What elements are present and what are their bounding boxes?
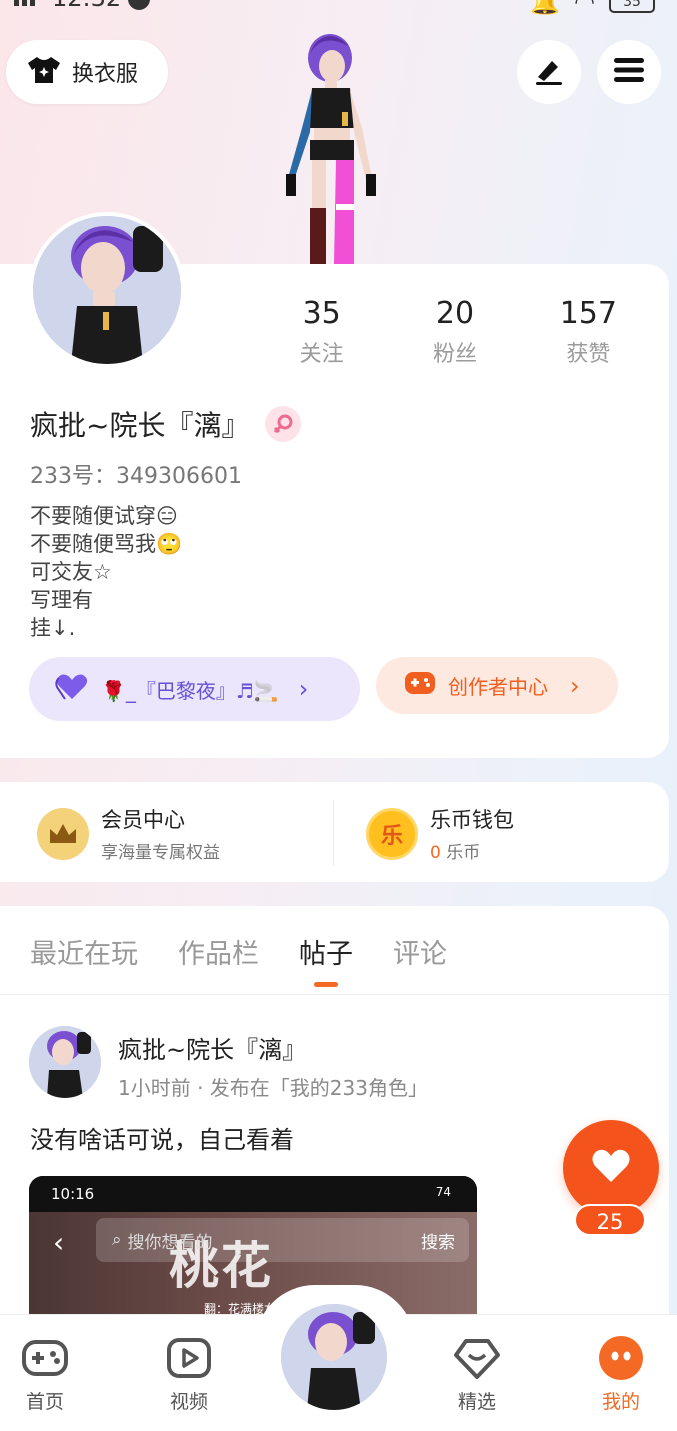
heart-icon bbox=[55, 673, 89, 706]
nav-center-avatar[interactable] bbox=[278, 1301, 390, 1413]
bio-line: 挂↓. bbox=[30, 616, 76, 640]
gamepad-icon bbox=[20, 1335, 70, 1381]
stat-number: 20 bbox=[435, 296, 475, 331]
tab-works[interactable]: 作品栏 bbox=[178, 932, 259, 971]
post-author-name[interactable]: 疯批~院长『漓』 bbox=[118, 1030, 306, 1065]
post-text: 没有啥话可说，自己看着 bbox=[30, 1126, 294, 1154]
divider bbox=[333, 800, 334, 866]
wallet-unit: 乐币 bbox=[446, 843, 481, 863]
vip-subtitle: 享海量专属权益 bbox=[101, 843, 220, 863]
bio: 不要随便试穿😑 不要随便骂我🙄 可交友☆ 写理有 挂↓. bbox=[30, 502, 182, 642]
tab-posts[interactable]: 帖子 bbox=[299, 932, 353, 987]
content-tabs: 最近在玩 作品栏 帖子 评论 bbox=[30, 932, 447, 987]
divider bbox=[0, 994, 669, 995]
tab-recently-played[interactable]: 最近在玩 bbox=[30, 932, 138, 971]
shot-search-button: 搜索 bbox=[421, 1232, 455, 1253]
stat-following[interactable]: 35 关注 bbox=[255, 296, 388, 368]
shot-time: 10:16 bbox=[51, 1185, 95, 1203]
wifi-icon: ◠ bbox=[574, 0, 595, 16]
vip-title: 会员中心 bbox=[101, 808, 185, 832]
member-card: 会员中心 享海量专属权益 乐 乐币钱包 0 乐币 bbox=[0, 782, 669, 882]
shot-search-bar: ⌕ 搜你想看的 搜索 bbox=[96, 1218, 469, 1262]
vip-center-entry[interactable]: 会员中心 享海量专属权益 bbox=[37, 804, 220, 863]
menu-button[interactable] bbox=[597, 40, 661, 104]
profile-avatar[interactable] bbox=[29, 212, 185, 368]
stat-label: 关注 bbox=[299, 342, 344, 367]
tshirt-icon bbox=[26, 55, 62, 89]
post-image[interactable]: 10:16 74 桃花 翻：花满楼女团 ‹ ⌕ 搜你想看的 搜索 bbox=[29, 1176, 477, 1326]
username: 疯批~院长『漓』 bbox=[30, 409, 250, 442]
crown-icon bbox=[37, 807, 89, 860]
video-icon bbox=[164, 1335, 214, 1381]
heart-icon bbox=[591, 1148, 631, 1188]
change-outfit-label: 换衣服 bbox=[72, 62, 139, 87]
tab-comments[interactable]: 评论 bbox=[393, 932, 447, 971]
chevron-right-icon: › bbox=[570, 671, 580, 700]
battery-icon: 35 bbox=[609, 0, 655, 13]
nav-video[interactable]: 视频 bbox=[149, 1335, 229, 1414]
wallet-entry[interactable]: 乐 乐币钱包 0 乐币 bbox=[366, 804, 514, 863]
stat-number: 157 bbox=[559, 296, 617, 331]
signal-icon bbox=[14, 0, 35, 6]
user-id: 233号：349306601 bbox=[30, 464, 242, 489]
lecoin-icon: 乐 bbox=[366, 807, 418, 860]
status-time: 12:32 bbox=[52, 0, 121, 12]
search-icon: ⌕ bbox=[112, 1230, 122, 1250]
stat-number: 35 bbox=[302, 296, 341, 331]
stat-label: 粉丝 bbox=[432, 342, 477, 367]
hamburger-icon bbox=[612, 56, 646, 88]
shot-battery: 74 bbox=[435, 1185, 451, 1199]
wallet-title: 乐币钱包 bbox=[430, 808, 514, 832]
wallet-balance: 0 乐币 bbox=[430, 838, 514, 863]
post-meta: 1小时前 · 发布在「我的233角色」 bbox=[118, 1076, 428, 1100]
music-title: 🌹_『巴黎夜』♬🚬 bbox=[101, 678, 279, 703]
avatar-character-model[interactable] bbox=[262, 28, 392, 264]
profile-face-icon bbox=[596, 1335, 646, 1381]
nav-featured[interactable]: 精选 bbox=[437, 1335, 517, 1414]
pen-icon bbox=[532, 53, 566, 91]
profile-music-button[interactable]: 🌹_『巴黎夜』♬🚬 › bbox=[29, 657, 360, 721]
nav-me[interactable]: 我的 bbox=[581, 1335, 661, 1414]
post-author-avatar[interactable] bbox=[29, 1026, 101, 1098]
username-row: 疯批~院长『漓』 bbox=[30, 404, 302, 444]
nav-label: 首页 bbox=[25, 1391, 64, 1413]
stat-likes[interactable]: 157 获赞 bbox=[522, 296, 655, 368]
stat-followers[interactable]: 20 粉丝 bbox=[388, 296, 521, 368]
nav-home[interactable]: 首页 bbox=[5, 1335, 85, 1414]
nav-label: 我的 bbox=[601, 1391, 640, 1413]
gamepad-icon bbox=[404, 670, 436, 701]
bio-line: 不要随便试穿😑 bbox=[30, 504, 178, 528]
bio-line: 不要随便骂我🙄 bbox=[30, 532, 183, 556]
wallet-amount: 0 bbox=[430, 843, 441, 863]
bio-line: 写理有 bbox=[30, 588, 93, 612]
stat-label: 获赞 bbox=[566, 342, 611, 367]
change-outfit-button[interactable]: 换衣服 bbox=[6, 40, 168, 104]
status-bar: 12:32 🔔 ◠ 35 bbox=[0, 0, 677, 16]
like-button[interactable] bbox=[563, 1120, 659, 1216]
profile-stats: 35 关注 20 粉丝 157 获赞 bbox=[255, 296, 655, 368]
creator-center-button[interactable]: 创作者中心 › bbox=[376, 657, 618, 714]
nav-label: 精选 bbox=[457, 1391, 496, 1413]
like-count: 25 bbox=[574, 1204, 646, 1236]
notification-icon bbox=[128, 0, 150, 10]
content-card: 最近在玩 作品栏 帖子 评论 疯批~院长『漓』 1小时前 · 发布在「我的233… bbox=[0, 906, 669, 1326]
shot-search-placeholder: 搜你想看的 bbox=[127, 1232, 213, 1253]
nav-label: 视频 bbox=[169, 1391, 208, 1413]
chevron-right-icon: › bbox=[298, 675, 309, 703]
back-arrow-icon: ‹ bbox=[53, 1226, 65, 1259]
bio-line: 可交友☆ bbox=[30, 560, 112, 584]
female-gender-icon bbox=[265, 406, 302, 442]
diamond-heart-icon bbox=[452, 1335, 502, 1381]
alarm-icon: 🔔 bbox=[530, 0, 561, 16]
edit-profile-button[interactable] bbox=[517, 40, 581, 104]
creator-center-label: 创作者中心 bbox=[448, 675, 548, 699]
